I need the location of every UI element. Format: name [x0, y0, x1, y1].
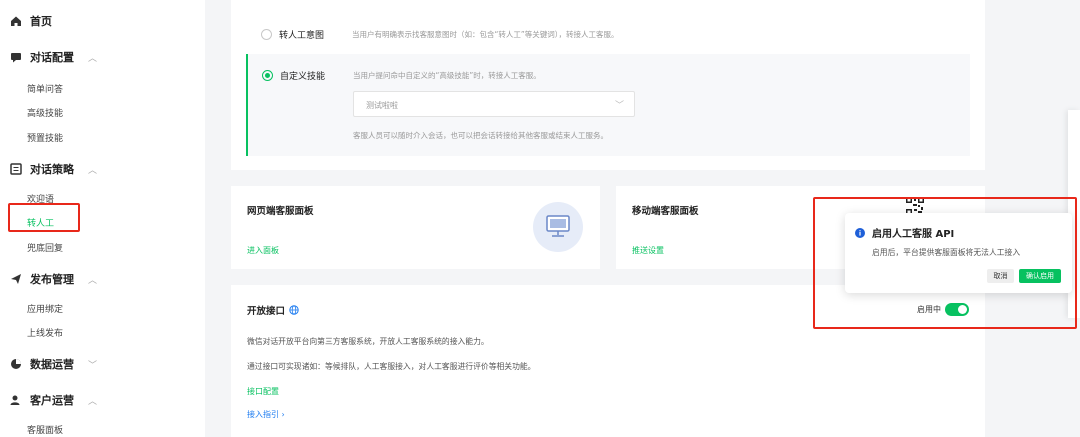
nav-group-publish[interactable]: 发布管理 ︿	[10, 271, 97, 287]
intent-radio[interactable]	[261, 29, 272, 40]
nav-item-preset-skills[interactable]: 预置技能	[27, 131, 63, 144]
nav-item-fallback-reply[interactable]: 兜底回复	[27, 241, 63, 254]
mobile-panel-title: 移动端客服面板	[632, 206, 699, 217]
open-api-header: 开放接口	[247, 303, 299, 317]
api-config-link[interactable]: 接口配置	[247, 386, 279, 397]
custom-skill-panel: 自定义技能 当用户提问命中自定义的“高级技能”时，转接人工客服。 测试啦啦 ﹀ …	[246, 54, 970, 156]
nav-group-data-ops[interactable]: 数据运营 ﹀	[10, 356, 97, 372]
highlight-box-popover	[813, 197, 1077, 329]
chat-icon	[11, 53, 21, 63]
skill-description: 当用户提问命中自定义的“高级技能”时，转接人工客服。	[353, 71, 541, 80]
push-settings-link[interactable]: 推送设置	[632, 245, 664, 256]
chevron-up-icon: ︿	[88, 53, 98, 64]
nav-group-label: 客户运营	[30, 394, 74, 407]
chevron-down-icon: ﹀	[614, 101, 624, 111]
skill-radio[interactable]	[262, 70, 273, 81]
globe-icon	[289, 305, 299, 315]
nav-item-service-panel[interactable]: 客服面板	[27, 423, 63, 436]
web-panel-card: 网页端客服面板 进入面板	[231, 186, 600, 269]
nav-group-dialog-config[interactable]: 对话配置 ︿	[10, 49, 97, 65]
chevron-up-icon: ︿	[88, 165, 98, 176]
nav-group-label: 数据运营	[30, 358, 74, 371]
skill-select-value: 测试啦啦	[366, 101, 398, 110]
chevron-up-icon: ︿	[88, 396, 98, 407]
send-icon	[11, 274, 21, 284]
nav-item-advanced-skills[interactable]: 高级技能	[27, 106, 63, 119]
skill-label: 自定义技能	[280, 72, 326, 82]
nav-home[interactable]: 首页	[10, 13, 52, 29]
api-guide-link[interactable]: 接入指引 ›	[247, 409, 285, 420]
nav-item-go-live[interactable]: 上线发布	[27, 326, 63, 339]
list-icon	[10, 163, 22, 175]
api-description-2: 通过接口可实现诸如：等候排队，人工客服接入，对人工客服进行评价等相关功能。	[247, 362, 536, 371]
intent-option[interactable]: 转人工意图	[261, 28, 324, 41]
intent-description: 当用户有明确表示找客服意图时（如：包含“转人工”等关键词），转接人工客服。	[352, 30, 619, 39]
nav-item-simple-qa[interactable]: 简单问答	[27, 82, 63, 95]
transfer-settings-card: 转人工意图 当用户有明确表示找客服意图时（如：包含“转人工”等关键词），转接人工…	[231, 0, 985, 170]
intent-label: 转人工意图	[279, 31, 325, 41]
nav-group-label: 发布管理	[30, 273, 74, 286]
nav-group-label: 对话策略	[30, 163, 74, 176]
highlight-box-sidebar	[8, 203, 80, 232]
chevron-up-icon: ︿	[88, 275, 98, 286]
skill-option[interactable]: 自定义技能	[262, 69, 325, 82]
nav-group-label: 对话配置	[30, 51, 74, 64]
open-api-title: 开放接口	[247, 306, 286, 317]
home-icon	[11, 16, 21, 26]
transfer-note: 客服人员可以随时介入会话，也可以把会话转接给其他客服或结束人工服务。	[353, 131, 608, 140]
nav-group-customer-ops[interactable]: 客户运营 ︿	[10, 392, 97, 408]
web-panel-title: 网页端客服面板	[247, 206, 314, 217]
chevron-down-icon: ﹀	[88, 360, 98, 371]
nav-item-app-binding[interactable]: 应用绑定	[27, 302, 63, 315]
users-icon	[10, 395, 20, 405]
api-description-1: 微信对话开放平台向第三方客服系统，开放人工客服系统的接入能力。	[247, 337, 489, 346]
nav-group-dialog-strategy[interactable]: 对话策略 ︿	[10, 161, 97, 177]
enter-panel-link[interactable]: 进入面板	[247, 245, 279, 256]
skill-select[interactable]: 测试啦啦 ﹀	[353, 91, 635, 117]
monitor-icon	[533, 202, 583, 252]
pie-chart-icon	[11, 359, 21, 369]
nav-home-label: 首页	[30, 15, 52, 28]
